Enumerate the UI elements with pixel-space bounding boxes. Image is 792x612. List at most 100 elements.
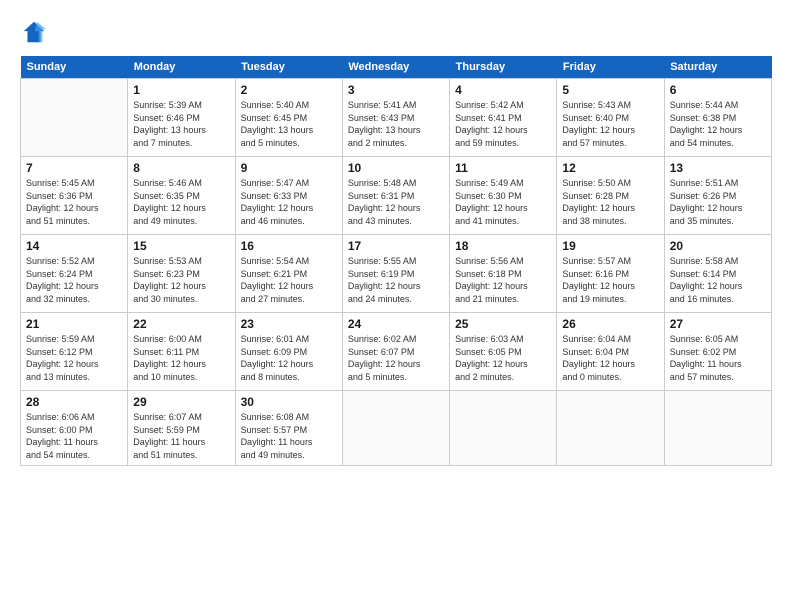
day-info: Sunrise: 5:41 AMSunset: 6:43 PMDaylight:… <box>348 99 444 149</box>
day-info: Sunrise: 5:50 AMSunset: 6:28 PMDaylight:… <box>562 177 658 227</box>
page-header <box>20 18 772 46</box>
day-number: 18 <box>455 239 551 253</box>
day-cell: 18 Sunrise: 5:56 AMSunset: 6:18 PMDayligh… <box>450 235 557 313</box>
day-info: Sunrise: 5:48 AMSunset: 6:31 PMDaylight:… <box>348 177 444 227</box>
weekday-tuesday: Tuesday <box>235 56 342 79</box>
day-number: 8 <box>133 161 229 175</box>
day-cell: 9Sunrise: 5:47 AMSunset: 6:33 PMDaylight… <box>235 157 342 235</box>
day-number: 5 <box>562 83 658 97</box>
day-cell: 6 Sunrise: 5:44 AMSunset: 6:38 PMDaylight… <box>664 79 771 157</box>
day-number: 9 <box>241 161 337 175</box>
day-cell: 26 Sunrise: 6:04 AMSunset: 6:04 PMDayligh… <box>557 313 664 391</box>
day-number: 16 <box>241 239 337 253</box>
week-row-2: 7 Sunrise: 5:45 AMSunset: 6:36 PMDaylight… <box>21 157 772 235</box>
day-cell <box>557 391 664 466</box>
weekday-thursday: Thursday <box>450 56 557 79</box>
day-cell: 29 Sunrise: 6:07 AMSunset: 5:59 PMDayligh… <box>128 391 235 466</box>
day-cell: 7 Sunrise: 5:45 AMSunset: 6:36 PMDaylight… <box>21 157 128 235</box>
day-info: Sunrise: 5:40 AMSunset: 6:45 PMDaylight:… <box>241 99 337 149</box>
day-cell: 25 Sunrise: 6:03 AMSunset: 6:05 PMDayligh… <box>450 313 557 391</box>
weekday-wednesday: Wednesday <box>342 56 449 79</box>
weekday-saturday: Saturday <box>664 56 771 79</box>
day-number: 10 <box>348 161 444 175</box>
day-cell <box>21 79 128 157</box>
day-cell: 22 Sunrise: 6:00 AMSunset: 6:11 PMDayligh… <box>128 313 235 391</box>
day-cell: 27 Sunrise: 6:05 AMSunset: 6:02 PMDayligh… <box>664 313 771 391</box>
day-info: Sunrise: 5:53 AMSunset: 6:23 PMDaylight:… <box>133 255 229 305</box>
day-cell <box>342 391 449 466</box>
day-cell: 24 Sunrise: 6:02 AMSunset: 6:07 PMDayligh… <box>342 313 449 391</box>
day-cell: 8 Sunrise: 5:46 AMSunset: 6:35 PMDaylight… <box>128 157 235 235</box>
day-number: 14 <box>26 239 122 253</box>
day-cell <box>450 391 557 466</box>
day-cell: 16 Sunrise: 5:54 AMSunset: 6:21 PMDayligh… <box>235 235 342 313</box>
day-cell: 1 Sunrise: 5:39 AMSunset: 6:46 PMDaylight… <box>128 79 235 157</box>
week-row-3: 14 Sunrise: 5:52 AMSunset: 6:24 PMDayligh… <box>21 235 772 313</box>
day-info: Sunrise: 5:54 AMSunset: 6:21 PMDaylight:… <box>241 255 337 305</box>
day-info: Sunrise: 5:49 AMSunset: 6:30 PMDaylight:… <box>455 177 551 227</box>
day-number: 19 <box>562 239 658 253</box>
day-info: Sunrise: 5:51 AMSunset: 6:26 PMDaylight:… <box>670 177 766 227</box>
day-cell: 11Sunrise: 5:49 AMSunset: 6:30 PMDayligh… <box>450 157 557 235</box>
day-number: 21 <box>26 317 122 331</box>
logo <box>20 18 52 46</box>
day-number: 24 <box>348 317 444 331</box>
day-cell: 3Sunrise: 5:41 AMSunset: 6:43 PMDaylight… <box>342 79 449 157</box>
day-cell: 19 Sunrise: 5:57 AMSunset: 6:16 PMDayligh… <box>557 235 664 313</box>
logo-icon <box>20 18 48 46</box>
day-cell: 2 Sunrise: 5:40 AMSunset: 6:45 PMDaylight… <box>235 79 342 157</box>
day-number: 6 <box>670 83 766 97</box>
day-info: Sunrise: 6:03 AMSunset: 6:05 PMDaylight:… <box>455 333 551 383</box>
day-cell: 30 Sunrise: 6:08 AMSunset: 5:57 PMDayligh… <box>235 391 342 466</box>
day-cell: 20Sunrise: 5:58 AMSunset: 6:14 PMDayligh… <box>664 235 771 313</box>
day-number: 22 <box>133 317 229 331</box>
weekday-header-row: SundayMondayTuesdayWednesdayThursdayFrid… <box>21 56 772 79</box>
day-number: 4 <box>455 83 551 97</box>
day-cell: 5 Sunrise: 5:43 AMSunset: 6:40 PMDaylight… <box>557 79 664 157</box>
weekday-monday: Monday <box>128 56 235 79</box>
day-info: Sunrise: 5:42 AMSunset: 6:41 PMDaylight:… <box>455 99 551 149</box>
day-info: Sunrise: 6:06 AMSunset: 6:00 PMDaylight:… <box>26 411 122 461</box>
day-info: Sunrise: 6:05 AMSunset: 6:02 PMDaylight:… <box>670 333 766 383</box>
day-info: Sunrise: 6:07 AMSunset: 5:59 PMDaylight:… <box>133 411 229 461</box>
day-cell: 13Sunrise: 5:51 AMSunset: 6:26 PMDayligh… <box>664 157 771 235</box>
day-cell: 4 Sunrise: 5:42 AMSunset: 6:41 PMDaylight… <box>450 79 557 157</box>
day-info: Sunrise: 5:55 AMSunset: 6:19 PMDaylight:… <box>348 255 444 305</box>
day-info: Sunrise: 6:08 AMSunset: 5:57 PMDaylight:… <box>241 411 337 461</box>
day-info: Sunrise: 6:04 AMSunset: 6:04 PMDaylight:… <box>562 333 658 383</box>
weekday-sunday: Sunday <box>21 56 128 79</box>
week-row-4: 21 Sunrise: 5:59 AMSunset: 6:12 PMDayligh… <box>21 313 772 391</box>
day-info: Sunrise: 5:52 AMSunset: 6:24 PMDaylight:… <box>26 255 122 305</box>
day-number: 27 <box>670 317 766 331</box>
day-number: 26 <box>562 317 658 331</box>
day-cell: 23 Sunrise: 6:01 AMSunset: 6:09 PMDayligh… <box>235 313 342 391</box>
day-info: Sunrise: 5:58 AMSunset: 6:14 PMDaylight:… <box>670 255 766 305</box>
day-number: 29 <box>133 395 229 409</box>
day-info: Sunrise: 5:57 AMSunset: 6:16 PMDaylight:… <box>562 255 658 305</box>
day-number: 25 <box>455 317 551 331</box>
day-info: Sunrise: 5:45 AMSunset: 6:36 PMDaylight:… <box>26 177 122 227</box>
day-number: 1 <box>133 83 229 97</box>
calendar-body: 1 Sunrise: 5:39 AMSunset: 6:46 PMDaylight… <box>21 79 772 466</box>
day-cell: 12Sunrise: 5:50 AMSunset: 6:28 PMDayligh… <box>557 157 664 235</box>
day-cell: 21 Sunrise: 5:59 AMSunset: 6:12 PMDayligh… <box>21 313 128 391</box>
day-number: 23 <box>241 317 337 331</box>
day-info: Sunrise: 5:39 AMSunset: 6:46 PMDaylight:… <box>133 99 229 149</box>
day-info: Sunrise: 6:02 AMSunset: 6:07 PMDaylight:… <box>348 333 444 383</box>
day-info: Sunrise: 5:56 AMSunset: 6:18 PMDaylight:… <box>455 255 551 305</box>
day-number: 15 <box>133 239 229 253</box>
day-info: Sunrise: 5:43 AMSunset: 6:40 PMDaylight:… <box>562 99 658 149</box>
day-info: Sunrise: 5:46 AMSunset: 6:35 PMDaylight:… <box>133 177 229 227</box>
day-info: Sunrise: 6:00 AMSunset: 6:11 PMDaylight:… <box>133 333 229 383</box>
day-cell: 28Sunrise: 6:06 AMSunset: 6:00 PMDayligh… <box>21 391 128 466</box>
week-row-5: 28Sunrise: 6:06 AMSunset: 6:00 PMDayligh… <box>21 391 772 466</box>
day-info: Sunrise: 5:59 AMSunset: 6:12 PMDaylight:… <box>26 333 122 383</box>
day-number: 17 <box>348 239 444 253</box>
day-number: 7 <box>26 161 122 175</box>
day-cell: 10 Sunrise: 5:48 AMSunset: 6:31 PMDayligh… <box>342 157 449 235</box>
day-info: Sunrise: 6:01 AMSunset: 6:09 PMDaylight:… <box>241 333 337 383</box>
day-number: 30 <box>241 395 337 409</box>
day-info: Sunrise: 5:44 AMSunset: 6:38 PMDaylight:… <box>670 99 766 149</box>
week-row-1: 1 Sunrise: 5:39 AMSunset: 6:46 PMDaylight… <box>21 79 772 157</box>
day-number: 2 <box>241 83 337 97</box>
